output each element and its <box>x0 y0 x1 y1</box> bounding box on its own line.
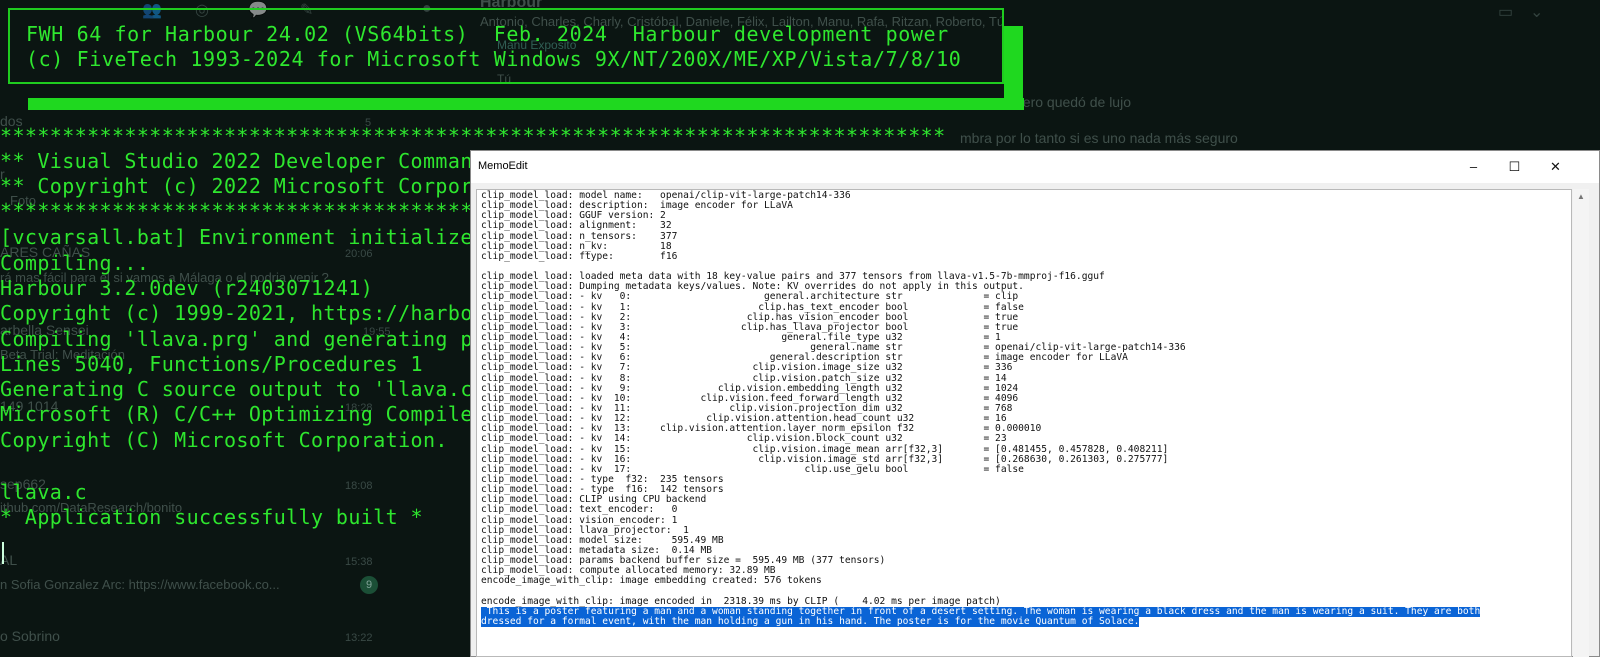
console-line: [vcvarsall.bat] Environment initialized <box>0 225 486 249</box>
console-line: Compiling... <box>0 251 150 275</box>
scroll-up-arrow-icon[interactable]: ▲ <box>1575 191 1587 203</box>
banner-line: (c) FiveTech 1993-2024 for Microsoft Win… <box>26 47 962 71</box>
memo-textarea[interactable]: clip_model_load: model name: openai/clip… <box>476 189 1572 657</box>
memoedit-window[interactable]: MemoEdit – ☐ ✕ clip_model_load: model na… <box>470 150 1600 657</box>
title-bar[interactable]: MemoEdit – ☐ ✕ <box>471 151 1599 183</box>
window-title: MemoEdit <box>478 160 528 172</box>
console-line: Microsoft (R) C/C++ Optimizing Compiler <box>0 402 486 426</box>
console-line: ****************************************… <box>0 124 946 148</box>
console-line: Lines 5040, Functions/Procedures 1 <box>0 352 423 376</box>
memo-line: clip_model_load: - kv 7: clip.vision.ima… <box>481 362 1013 374</box>
banner-shadow <box>28 98 1024 110</box>
text-cursor <box>2 542 4 564</box>
memo-line: encode_image_with_clip: image embedding … <box>481 575 822 587</box>
console-line: Generating C source output to 'llava.c' <box>0 377 486 401</box>
memo-line: clip_model_load: - kv 14: clip.vision.bl… <box>481 433 1007 445</box>
console-line: Harbour 3.2.0dev (r2403071241) <box>0 276 374 300</box>
console-line: * Application successfully built * <box>0 505 423 529</box>
minimize-button[interactable]: – <box>1451 151 1496 183</box>
banner-line: FWH 64 for Harbour 24.02 (VS64bits) Feb.… <box>26 22 949 46</box>
memo-line: clip_model_load: ftype: f16 <box>481 250 678 262</box>
close-button[interactable]: ✕ <box>1533 151 1578 183</box>
vertical-scrollbar[interactable]: ▲ <box>1573 189 1589 657</box>
memo-line: clip_model_load: text_encoder: 0 <box>481 504 678 516</box>
console-line: ** Copyright (c) 2022 Microsoft Corporat… <box>0 174 535 198</box>
memo-selected-line: dressed for a formal event, with the man… <box>481 615 1140 628</box>
console-line: Copyright (C) Microsoft Corporation. <box>0 428 448 452</box>
fwh-banner <box>8 8 1004 84</box>
maximize-button[interactable]: ☐ <box>1492 151 1537 183</box>
memo-text: clip_model_load: model name: openai/clip… <box>481 190 1481 628</box>
console-line: llava.c <box>0 480 88 504</box>
